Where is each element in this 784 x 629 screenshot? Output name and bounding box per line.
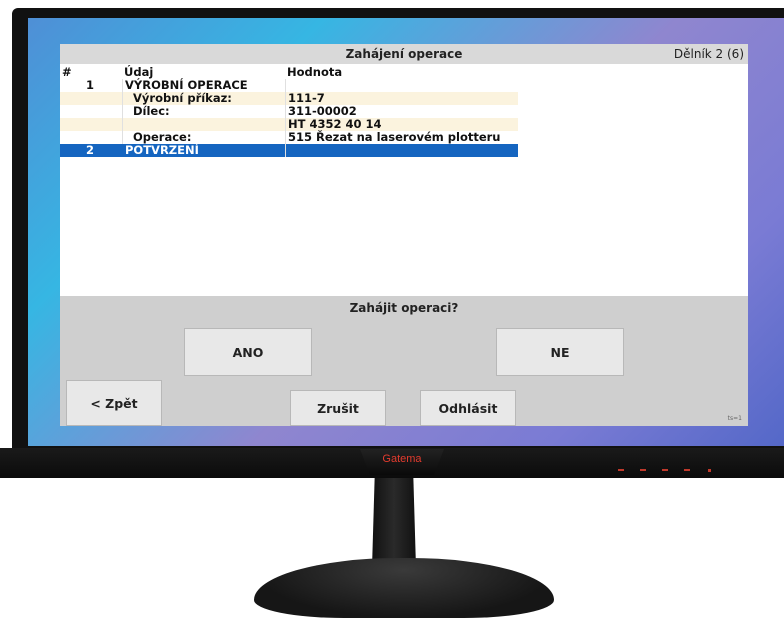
row-number [60, 105, 122, 118]
row-number [60, 118, 122, 131]
row-label: POTVRZENÍ [122, 144, 285, 157]
yes-button[interactable]: ANO [184, 328, 312, 376]
monitor-screen: Zahájení operace Dělník 2 (6) # Údaj Hod… [28, 18, 784, 446]
power-led-icon [708, 469, 711, 472]
row-number: 1 [86, 78, 95, 92]
row-number [60, 92, 122, 105]
confirm-prompt: Zahájit operaci? [349, 301, 459, 315]
control-button-icon[interactable] [640, 469, 646, 471]
no-button[interactable]: NE [496, 328, 624, 376]
user-label: Dělník 2 (6) [673, 47, 744, 61]
back-button[interactable]: < Zpět [66, 380, 162, 426]
header-value: Hodnota [287, 65, 343, 79]
brand-tab: Gatema [360, 449, 444, 475]
control-button-icon[interactable] [618, 469, 624, 471]
row-number: 2 [86, 143, 95, 157]
control-button-icon[interactable] [662, 469, 668, 471]
monitor-stand-base [254, 558, 554, 618]
monitor-stand-neck [372, 478, 416, 568]
brand-logo: Gatema [382, 453, 422, 465]
cancel-button[interactable]: Zrušit [290, 390, 386, 426]
control-button-icon[interactable] [684, 469, 690, 471]
row-value: 515 Řezat na laserovém plotteru [285, 131, 517, 144]
corner-indicator: ts=1 [727, 415, 742, 422]
row-value [285, 144, 517, 157]
data-grid: # Údaj Hodnota 1 VÝROBNÍ OPERACE Výrobní… [60, 64, 748, 296]
row-label: Dílec: [122, 105, 285, 118]
app-window: Zahájení operace Dělník 2 (6) # Údaj Hod… [60, 44, 748, 426]
window-title: Zahájení operace [345, 47, 463, 61]
title-bar: Zahájení operace Dělník 2 (6) [60, 44, 748, 64]
table-row-selected[interactable]: 2 POTVRZENÍ [60, 144, 518, 157]
logout-button[interactable]: Odhlásit [420, 390, 516, 426]
